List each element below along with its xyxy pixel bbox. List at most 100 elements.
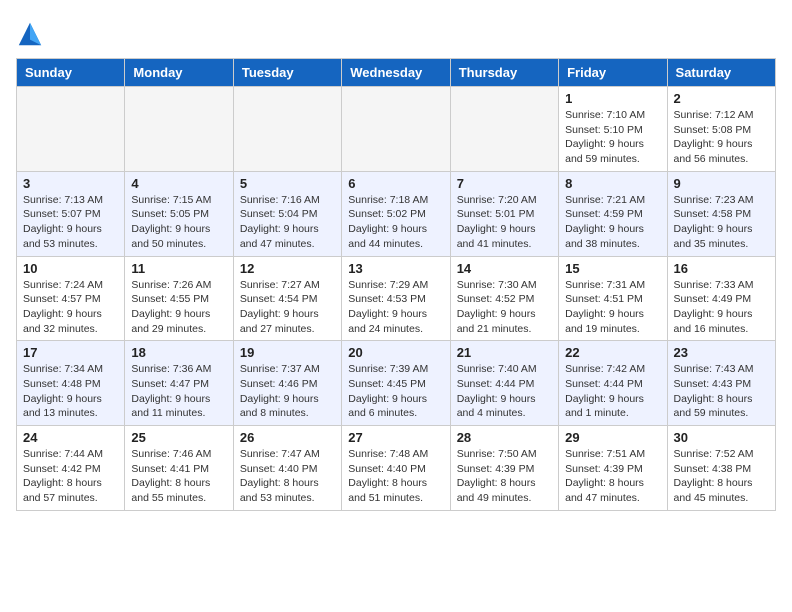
day-number: 8 [565, 176, 660, 191]
page-header [16, 16, 776, 48]
day-info: Sunrise: 7:34 AMSunset: 4:48 PMDaylight:… [23, 362, 118, 421]
day-info: Sunrise: 7:16 AMSunset: 5:04 PMDaylight:… [240, 193, 335, 252]
calendar-day-cell [17, 87, 125, 172]
day-info: Sunrise: 7:24 AMSunset: 4:57 PMDaylight:… [23, 278, 118, 337]
calendar-day-cell: 27 Sunrise: 7:48 AMSunset: 4:40 PMDayligh… [342, 426, 450, 511]
day-info: Sunrise: 7:39 AMSunset: 4:45 PMDaylight:… [348, 362, 443, 421]
day-of-week-header: Wednesday [342, 59, 450, 87]
day-info: Sunrise: 7:26 AMSunset: 4:55 PMDaylight:… [131, 278, 226, 337]
calendar-day-cell: 5 Sunrise: 7:16 AMSunset: 5:04 PMDaylight… [233, 171, 341, 256]
day-number: 1 [565, 91, 660, 106]
day-info: Sunrise: 7:42 AMSunset: 4:44 PMDaylight:… [565, 362, 660, 421]
day-number: 2 [674, 91, 769, 106]
calendar-week-row: 10 Sunrise: 7:24 AMSunset: 4:57 PMDayligh… [17, 256, 776, 341]
day-number: 5 [240, 176, 335, 191]
day-number: 14 [457, 261, 552, 276]
day-number: 9 [674, 176, 769, 191]
day-of-week-header: Thursday [450, 59, 558, 87]
logo [16, 20, 48, 48]
day-info: Sunrise: 7:15 AMSunset: 5:05 PMDaylight:… [131, 193, 226, 252]
calendar-day-cell: 11 Sunrise: 7:26 AMSunset: 4:55 PMDayligh… [125, 256, 233, 341]
calendar-day-cell: 16Sunrise: 7:33 AMSunset: 4:49 PMDayligh… [667, 256, 775, 341]
calendar-day-cell: 4 Sunrise: 7:15 AMSunset: 5:05 PMDaylight… [125, 171, 233, 256]
calendar-day-cell: 28 Sunrise: 7:50 AMSunset: 4:39 PMDayligh… [450, 426, 558, 511]
day-info: Sunrise: 7:50 AMSunset: 4:39 PMDaylight:… [457, 447, 552, 506]
day-number: 13 [348, 261, 443, 276]
calendar-day-cell: 22 Sunrise: 7:42 AMSunset: 4:44 PMDayligh… [559, 341, 667, 426]
day-number: 28 [457, 430, 552, 445]
day-number: 6 [348, 176, 443, 191]
day-info: Sunrise: 7:30 AMSunset: 4:52 PMDaylight:… [457, 278, 552, 337]
calendar-day-cell [450, 87, 558, 172]
day-of-week-header: Monday [125, 59, 233, 87]
day-number: 30 [674, 430, 769, 445]
day-number: 22 [565, 345, 660, 360]
day-number: 4 [131, 176, 226, 191]
day-number: 21 [457, 345, 552, 360]
day-number: 7 [457, 176, 552, 191]
day-info: Sunrise: 7:27 AMSunset: 4:54 PMDaylight:… [240, 278, 335, 337]
calendar-day-cell: 12 Sunrise: 7:27 AMSunset: 4:54 PMDayligh… [233, 256, 341, 341]
day-of-week-header: Tuesday [233, 59, 341, 87]
calendar-week-row: 17Sunrise: 7:34 AMSunset: 4:48 PMDayligh… [17, 341, 776, 426]
day-number: 26 [240, 430, 335, 445]
day-info: Sunrise: 7:20 AMSunset: 5:01 PMDaylight:… [457, 193, 552, 252]
day-info: Sunrise: 7:48 AMSunset: 4:40 PMDaylight:… [348, 447, 443, 506]
logo-icon [16, 20, 44, 48]
day-info: Sunrise: 7:12 AMSunset: 5:08 PMDaylight:… [674, 108, 769, 167]
calendar-day-cell: 2 Sunrise: 7:12 AMSunset: 5:08 PMDaylight… [667, 87, 775, 172]
day-number: 25 [131, 430, 226, 445]
calendar-day-cell: 7 Sunrise: 7:20 AMSunset: 5:01 PMDaylight… [450, 171, 558, 256]
day-number: 10 [23, 261, 118, 276]
calendar-day-cell: 8 Sunrise: 7:21 AMSunset: 4:59 PMDaylight… [559, 171, 667, 256]
day-number: 20 [348, 345, 443, 360]
calendar-day-cell: 21 Sunrise: 7:40 AMSunset: 4:44 PMDayligh… [450, 341, 558, 426]
calendar-day-cell: 9 Sunrise: 7:23 AMSunset: 4:58 PMDaylight… [667, 171, 775, 256]
day-number: 12 [240, 261, 335, 276]
calendar-week-row: 1 Sunrise: 7:10 AMSunset: 5:10 PMDaylight… [17, 87, 776, 172]
day-info: Sunrise: 7:36 AMSunset: 4:47 PMDaylight:… [131, 362, 226, 421]
day-info: Sunrise: 7:18 AMSunset: 5:02 PMDaylight:… [348, 193, 443, 252]
calendar-day-cell: 15 Sunrise: 7:31 AMSunset: 4:51 PMDayligh… [559, 256, 667, 341]
day-info: Sunrise: 7:40 AMSunset: 4:44 PMDaylight:… [457, 362, 552, 421]
day-info: Sunrise: 7:13 AMSunset: 5:07 PMDaylight:… [23, 193, 118, 252]
day-of-week-header: Saturday [667, 59, 775, 87]
day-number: 19 [240, 345, 335, 360]
day-info: Sunrise: 7:46 AMSunset: 4:41 PMDaylight:… [131, 447, 226, 506]
calendar-week-row: 3 Sunrise: 7:13 AMSunset: 5:07 PMDaylight… [17, 171, 776, 256]
calendar-day-cell: 29Sunrise: 7:51 AMSunset: 4:39 PMDayligh… [559, 426, 667, 511]
calendar-table: SundayMondayTuesdayWednesdayThursdayFrid… [16, 58, 776, 511]
calendar-day-cell: 17Sunrise: 7:34 AMSunset: 4:48 PMDayligh… [17, 341, 125, 426]
day-info: Sunrise: 7:10 AMSunset: 5:10 PMDaylight:… [565, 108, 660, 167]
calendar-day-cell: 24 Sunrise: 7:44 AMSunset: 4:42 PMDayligh… [17, 426, 125, 511]
calendar-day-cell [125, 87, 233, 172]
calendar-day-cell: 30 Sunrise: 7:52 AMSunset: 4:38 PMDayligh… [667, 426, 775, 511]
day-number: 23 [674, 345, 769, 360]
day-info: Sunrise: 7:31 AMSunset: 4:51 PMDaylight:… [565, 278, 660, 337]
day-number: 24 [23, 430, 118, 445]
calendar-header-row: SundayMondayTuesdayWednesdayThursdayFrid… [17, 59, 776, 87]
day-info: Sunrise: 7:37 AMSunset: 4:46 PMDaylight:… [240, 362, 335, 421]
day-number: 11 [131, 261, 226, 276]
calendar-day-cell: 3 Sunrise: 7:13 AMSunset: 5:07 PMDaylight… [17, 171, 125, 256]
calendar-day-cell: 19 Sunrise: 7:37 AMSunset: 4:46 PMDayligh… [233, 341, 341, 426]
day-number: 16 [674, 261, 769, 276]
calendar-day-cell: 18 Sunrise: 7:36 AMSunset: 4:47 PMDayligh… [125, 341, 233, 426]
day-info: Sunrise: 7:44 AMSunset: 4:42 PMDaylight:… [23, 447, 118, 506]
day-info: Sunrise: 7:21 AMSunset: 4:59 PMDaylight:… [565, 193, 660, 252]
day-info: Sunrise: 7:23 AMSunset: 4:58 PMDaylight:… [674, 193, 769, 252]
day-number: 27 [348, 430, 443, 445]
day-info: Sunrise: 7:51 AMSunset: 4:39 PMDaylight:… [565, 447, 660, 506]
day-of-week-header: Friday [559, 59, 667, 87]
calendar-day-cell: 23 Sunrise: 7:43 AMSunset: 4:43 PMDayligh… [667, 341, 775, 426]
calendar-day-cell: 14 Sunrise: 7:30 AMSunset: 4:52 PMDayligh… [450, 256, 558, 341]
day-number: 3 [23, 176, 118, 191]
day-info: Sunrise: 7:52 AMSunset: 4:38 PMDaylight:… [674, 447, 769, 506]
day-info: Sunrise: 7:43 AMSunset: 4:43 PMDaylight:… [674, 362, 769, 421]
calendar-day-cell: 6 Sunrise: 7:18 AMSunset: 5:02 PMDaylight… [342, 171, 450, 256]
calendar-day-cell: 1 Sunrise: 7:10 AMSunset: 5:10 PMDaylight… [559, 87, 667, 172]
day-number: 18 [131, 345, 226, 360]
day-number: 15 [565, 261, 660, 276]
day-of-week-header: Sunday [17, 59, 125, 87]
calendar-day-cell [342, 87, 450, 172]
